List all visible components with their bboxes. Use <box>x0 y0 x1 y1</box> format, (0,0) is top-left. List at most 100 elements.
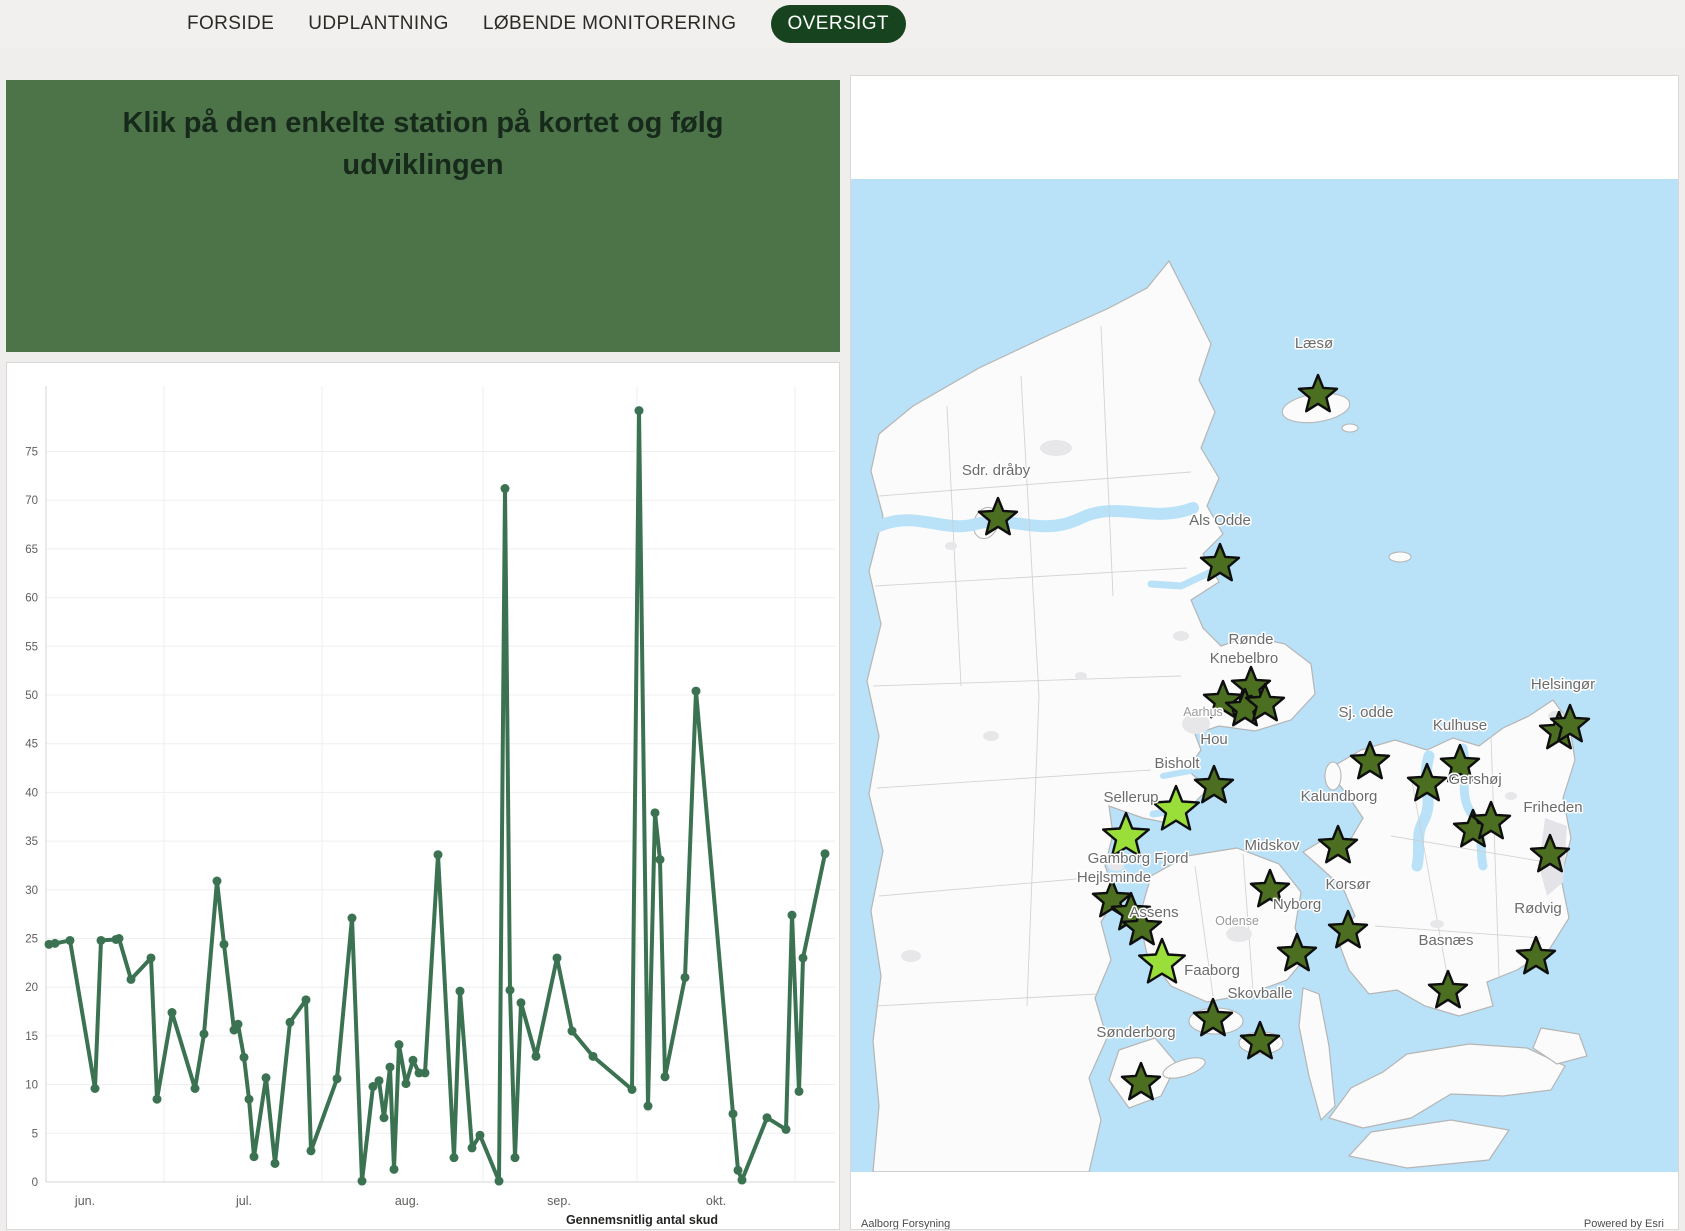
chart-y-tick-label: 20 <box>25 982 38 994</box>
chart-point <box>517 998 526 1007</box>
chart-x-tick-label: jul. <box>235 1194 252 1208</box>
map-place-label: Basnæs <box>1418 932 1473 949</box>
chart-point <box>395 1040 404 1049</box>
chart-point <box>168 1008 177 1017</box>
map-urban-area <box>1505 792 1517 800</box>
top-navigation: FORSIDE UDPLANTNING LØBENDE MONITORERING OV… <box>0 0 1685 48</box>
map-place-label: Bisholt <box>1154 755 1200 772</box>
map-place-label: Midskov <box>1244 837 1300 854</box>
map-place-label: Helsingør <box>1531 676 1595 693</box>
chart-point <box>234 1020 243 1029</box>
chart-point <box>799 953 808 962</box>
chart-point <box>738 1176 747 1185</box>
chart-y-tick-label: 35 <box>25 836 38 848</box>
map-urban-area <box>1075 672 1087 680</box>
chart-point <box>734 1166 743 1175</box>
chart-point <box>589 1052 598 1061</box>
station-map-card: LæsøSdr. dråbyAls OddeRøndeKnebelbroAarh… <box>850 75 1679 1230</box>
chart-y-tick-label: 70 <box>25 495 38 507</box>
map-place-label: Hejlsminde <box>1077 869 1151 886</box>
chart-y-tick-label: 30 <box>25 885 38 897</box>
chart-y-tick-label: 65 <box>25 544 38 556</box>
denmark-station-map[interactable]: LæsøSdr. dråbyAls OddeRøndeKnebelbroAarh… <box>851 76 1679 1230</box>
map-instruction-text: Klik på den enkelte station på kortet og… <box>73 102 773 186</box>
chart-point <box>681 973 690 982</box>
chart-point <box>729 1109 738 1118</box>
map-place-label: Gershøj <box>1448 771 1501 788</box>
chart-point <box>147 953 156 962</box>
chart-point <box>127 975 136 984</box>
shoots-line-chart-card: 051015202530354045505560657075jun.jul.au… <box>6 362 840 1230</box>
chart-point <box>532 1052 541 1061</box>
chart-point <box>821 849 830 858</box>
chart-point <box>220 940 229 949</box>
map-attribution-owner: Aalborg Forsyning <box>861 1218 950 1230</box>
chart-point <box>91 1084 100 1093</box>
chart-point <box>240 1053 249 1062</box>
chart-point <box>302 995 311 1004</box>
map-island <box>1342 424 1358 432</box>
map-place-label: Sj. odde <box>1338 704 1393 721</box>
chart-point <box>644 1102 653 1111</box>
map-place-label: Sdr. dråby <box>962 462 1031 479</box>
map-island <box>1325 762 1341 790</box>
map-urban-area <box>1226 926 1252 942</box>
map-place-label: Rønde <box>1228 631 1273 648</box>
chart-point <box>115 934 124 943</box>
chart-point <box>476 1131 485 1140</box>
nav-tab-l-bende-monitorering[interactable]: LØBENDE MONITORERING <box>483 13 737 35</box>
chart-point <box>390 1165 399 1174</box>
map-place-label: Assens <box>1129 904 1178 921</box>
chart-y-tick-label: 60 <box>25 593 38 605</box>
nav-tab-forside[interactable]: FORSIDE <box>187 13 274 35</box>
chart-point <box>501 484 510 493</box>
chart-y-tick-label: 5 <box>32 1128 38 1140</box>
chart-point <box>262 1073 271 1082</box>
chart-point <box>661 1072 670 1081</box>
map-place-label: Friheden <box>1523 799 1582 816</box>
chart-point <box>286 1018 295 1027</box>
map-island <box>1389 552 1411 562</box>
chart-point <box>307 1146 316 1155</box>
chart-point <box>66 936 75 945</box>
map-urban-area <box>1430 920 1444 928</box>
chart-point <box>568 1027 577 1036</box>
chart-point <box>421 1068 430 1077</box>
chart-point <box>788 911 797 920</box>
map-instruction-banner: Klik på den enkelte station på kortet og… <box>6 80 840 352</box>
chart-x-tick-label: jun. <box>74 1194 95 1208</box>
chart-x-tick-label: okt. <box>706 1194 726 1208</box>
chart-point <box>553 953 562 962</box>
map-place-label: Hou <box>1200 731 1228 748</box>
chart-point <box>506 986 515 995</box>
chart-point <box>348 914 357 923</box>
map-place-label: Læsø <box>1295 335 1333 352</box>
chart-point <box>656 855 665 864</box>
chart-x-tick-label: sep. <box>547 1194 571 1208</box>
chart-point <box>271 1159 280 1168</box>
map-urban-area <box>945 542 957 550</box>
nav-tab-oversigt[interactable]: OVERSIGT <box>771 5 906 43</box>
chart-x-tick-label: aug. <box>395 1194 419 1208</box>
map-place-label: Nyborg <box>1273 896 1321 913</box>
chart-point <box>153 1095 162 1104</box>
chart-y-tick-label: 40 <box>25 787 38 799</box>
map-urban-area <box>1173 631 1189 641</box>
chart-point <box>245 1095 254 1104</box>
map-place-label: Korsør <box>1326 876 1371 893</box>
map-place-label: Skovballe <box>1227 985 1292 1002</box>
chart-y-tick-label: 15 <box>25 1031 38 1043</box>
chart-point <box>51 939 60 948</box>
nav-tab-udplantning[interactable]: UDPLANTNING <box>308 13 449 35</box>
chart-point <box>651 808 660 817</box>
map-place-label: Sellerup <box>1103 789 1158 806</box>
map-urban-area <box>1040 440 1072 456</box>
chart-point <box>213 877 222 886</box>
shoots-line-chart: 051015202530354045505560657075jun.jul.au… <box>7 363 841 1231</box>
chart-point <box>692 687 701 696</box>
chart-point <box>456 987 465 996</box>
chart-point <box>386 1063 395 1072</box>
chart-point <box>763 1113 772 1122</box>
chart-point <box>409 1056 418 1065</box>
chart-point <box>495 1177 504 1186</box>
